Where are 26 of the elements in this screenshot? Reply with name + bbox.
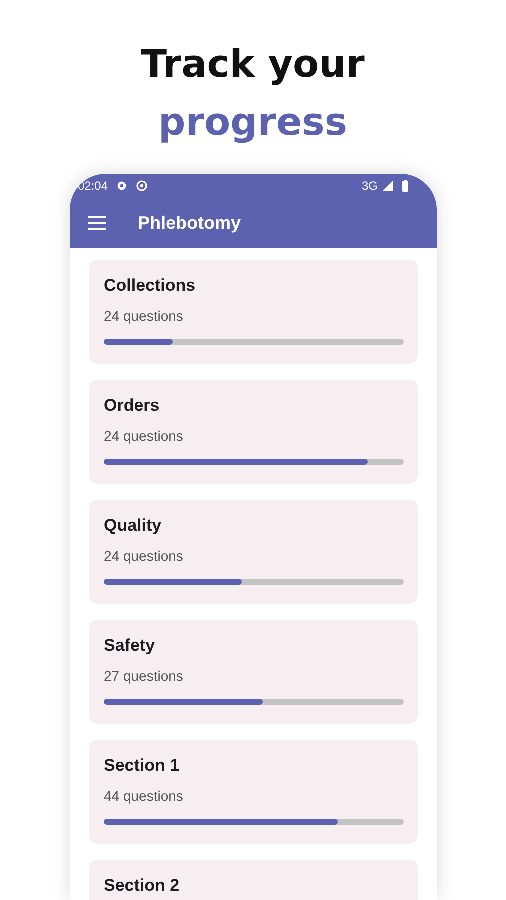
signal-icon: [382, 180, 394, 192]
category-card[interactable]: Section 1 44 questions: [89, 740, 418, 844]
settings-icon: [136, 180, 148, 192]
headline-accent-text: progress: [158, 99, 348, 146]
question-count: 24 questions: [104, 428, 184, 444]
category-title: Safety: [104, 636, 156, 656]
gear-icon: [116, 180, 128, 192]
category-title: Quality: [104, 516, 163, 536]
question-count: 24 questions: [104, 308, 184, 324]
battery-icon: [402, 180, 409, 192]
category-title: Section 1: [104, 756, 181, 776]
headline-text: Track your: [140, 41, 366, 88]
category-title: Collections: [104, 276, 197, 296]
question-count: 27 questions: [104, 668, 184, 684]
category-title: Section 2: [104, 876, 181, 896]
category-card[interactable]: Section 2: [89, 860, 418, 900]
category-card[interactable]: Collections 24 questions: [89, 260, 418, 364]
category-card[interactable]: Safety 27 questions: [89, 620, 418, 724]
question-count: 24 questions: [104, 548, 184, 564]
question-count: 44 questions: [104, 788, 184, 804]
menu-icon[interactable]: [88, 216, 106, 230]
category-title: Orders: [104, 396, 161, 416]
network-type: 3G: [362, 179, 378, 193]
category-card[interactable]: Quality 24 questions: [89, 500, 418, 604]
category-card[interactable]: Orders 24 questions: [89, 380, 418, 484]
app-title: Phlebotomy: [138, 212, 242, 234]
